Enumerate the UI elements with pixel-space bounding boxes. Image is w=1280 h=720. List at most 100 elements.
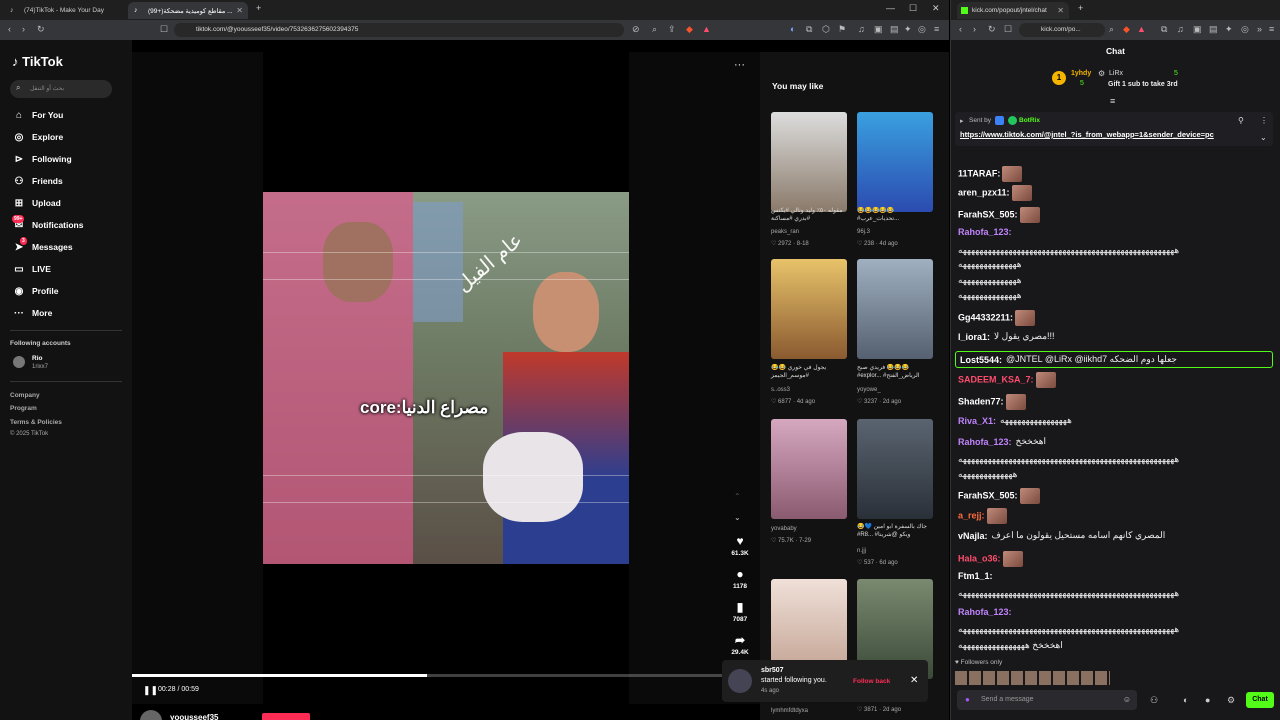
- rec-user[interactable]: n.jjj: [857, 548, 866, 554]
- nav-profile[interactable]: ◉ Profile: [12, 286, 59, 302]
- author-name[interactable]: yoousseef35: [170, 713, 218, 720]
- avatar[interactable]: [728, 669, 752, 693]
- reload-icon[interactable]: ↻: [988, 24, 996, 35]
- scroll-up-icon[interactable]: ⌃: [734, 492, 741, 501]
- maximize-button[interactable]: ☐: [909, 3, 917, 14]
- chat-username[interactable]: a_rejj:: [958, 510, 985, 520]
- nav-messages[interactable]: ➤ 3 Messages: [12, 237, 73, 258]
- chat-message[interactable]: l_iora1: مصري يقول لا!!!: [958, 331, 1055, 342]
- chat-message[interactable]: Lost5544: @JNTEL @LiRx @iikhd7 جعلها دوم …: [955, 351, 1273, 368]
- follow-back-button[interactable]: Follow back: [853, 678, 890, 685]
- brave-shield-icon[interactable]: ◆: [686, 24, 693, 34]
- zoom-icon[interactable]: ⌕: [1109, 24, 1114, 35]
- close-window-button[interactable]: ✕: [932, 3, 940, 14]
- follow-button[interactable]: [262, 713, 310, 720]
- footer-link-terms[interactable]: Terms & Policies: [10, 419, 62, 426]
- more-tools-icon[interactable]: »: [1257, 24, 1262, 34]
- nav-explore[interactable]: ◎ Explore: [12, 132, 64, 148]
- chat-message[interactable]: Shaden77:: [958, 394, 1026, 410]
- nav-live[interactable]: ▭ LIVE: [12, 264, 51, 280]
- chat-message[interactable]: Rahofa_123:: [958, 227, 1012, 237]
- rec-user[interactable]: peaks_ran: [771, 229, 799, 235]
- pinned-sender[interactable]: BotRix: [1019, 117, 1040, 124]
- rec-caption[interactable]: مقوله ٥٠٪ وليد وتالي #يكتس #بدري #مساكنة: [771, 207, 849, 223]
- rec-thumbnail[interactable]: [857, 112, 933, 212]
- chat-message[interactable]: Gg44332211:: [958, 310, 1036, 326]
- tab-tiktok-home[interactable]: ♪ (74)TikTok - Make Your Day: [4, 2, 124, 19]
- footer-link-program[interactable]: Program: [10, 405, 37, 412]
- minimize-button[interactable]: —: [886, 3, 895, 13]
- footer-link-company[interactable]: Company: [10, 392, 40, 399]
- send-chat-button[interactable]: Chat: [1246, 692, 1274, 708]
- music-icon[interactable]: ♫: [858, 24, 865, 34]
- bookmark-button[interactable]: ▮ 7087: [727, 600, 753, 623]
- chat-message[interactable]: Hala_o36:: [958, 551, 1023, 567]
- chat-message[interactable]: هههههههههههههه: [958, 469, 1017, 480]
- nav-friends[interactable]: ⚇ Friends: [12, 176, 63, 192]
- rec-thumbnail[interactable]: [857, 419, 933, 519]
- scroll-down-icon[interactable]: ⌄: [734, 513, 741, 522]
- chat-message[interactable]: FarahSX_505:: [958, 488, 1040, 504]
- puzzle-icon[interactable]: ✦: [904, 24, 912, 34]
- chat-message[interactable]: ههههههههههههههه: [958, 259, 1022, 270]
- chat-username[interactable]: l_iora1:: [958, 332, 990, 342]
- chat-username[interactable]: Shaden77:: [958, 396, 1004, 406]
- chat-message[interactable]: Rahofa_123:: [958, 607, 1012, 617]
- wallet-icon[interactable]: ▤: [890, 24, 899, 34]
- brave-rewards-icon[interactable]: ▲: [1137, 24, 1146, 34]
- chat-message[interactable]: vNajla: المصري كانهم اسامه مستحيل يقولون …: [958, 530, 1165, 541]
- menu-icon[interactable]: ≡: [934, 24, 939, 34]
- extension-icon-2[interactable]: ⧉: [806, 24, 812, 34]
- chat-username[interactable]: Rahofa_123:: [958, 437, 1012, 447]
- address-bar[interactable]: kick.com/po...: [1019, 23, 1105, 37]
- chat-message[interactable]: SADEEM_KSA_7:: [958, 372, 1056, 388]
- tab-tiktok-video[interactable]: ♪ (99+)مقاطع كوميدية مضحكة ... ✕: [128, 2, 248, 19]
- chat-message[interactable]: 11TARAF:: [958, 166, 1023, 182]
- vpn-icon[interactable]: ◎: [918, 24, 926, 34]
- nav-notifications[interactable]: ✉ 99+ Notifications: [12, 215, 83, 236]
- close-icon[interactable]: ✕: [910, 675, 918, 686]
- extension-icon-4[interactable]: ⚑: [838, 24, 846, 34]
- chat-username[interactable]: Lost5544:: [960, 355, 1002, 365]
- chat-username[interactable]: Riva_X1:: [958, 416, 996, 426]
- chat-message[interactable]: هههههههههههههههههههههههههههههههههههههههه…: [958, 588, 1179, 599]
- timer-icon[interactable]: ◐: [1183, 695, 1188, 705]
- rec-thumbnail[interactable]: [857, 259, 933, 359]
- nav-upload[interactable]: ⊞ Upload: [12, 198, 61, 214]
- emoji-icon[interactable]: ☺: [1123, 695, 1131, 704]
- chat-message[interactable]: FarahSX_505:: [958, 207, 1040, 223]
- chat-username[interactable]: FarahSX_505:: [958, 490, 1018, 500]
- chat-message[interactable]: هههههههههههههههههههههههههههههههههههههههه…: [958, 245, 1179, 256]
- chat-username[interactable]: Gg44332211:: [958, 312, 1013, 322]
- chat-username[interactable]: aren_pzx11:: [958, 187, 1010, 197]
- author-avatar[interactable]: [140, 710, 162, 720]
- avatar[interactable]: [13, 356, 25, 368]
- rec-user[interactable]: yovababy: [771, 526, 797, 532]
- microphone-icon[interactable]: ●: [965, 695, 970, 704]
- nav-more[interactable]: ··· More: [12, 308, 52, 324]
- cast-icon[interactable]: ⊘: [632, 24, 640, 34]
- rec-thumbnail[interactable]: [771, 112, 847, 212]
- tab-kick-chat[interactable]: kick.com/popout/jntel/chat ✕: [957, 2, 1069, 19]
- rec-user[interactable]: s..oss3: [771, 387, 790, 393]
- extension-icon[interactable]: ⧉: [1161, 24, 1167, 35]
- puzzle-icon[interactable]: ✦: [1225, 24, 1233, 35]
- pause-icon[interactable]: ❚❚: [143, 685, 158, 696]
- chat-username[interactable]: FarahSX_505:: [958, 209, 1018, 219]
- rec-user[interactable]: yoyowe_: [857, 387, 881, 393]
- close-tab-icon[interactable]: ✕: [1057, 6, 1064, 15]
- search-input[interactable]: ⌕ بحث أو التنقل: [10, 80, 112, 98]
- rec-caption[interactable]: 😂💙 جاك بالسفرة ابو امين #R8... #ويكو @شر…: [857, 523, 935, 539]
- emote-row[interactable]: [955, 671, 1110, 685]
- rec-user[interactable]: 96j.3: [857, 229, 870, 235]
- close-tab-icon[interactable]: ✕: [236, 6, 243, 15]
- pin-icon[interactable]: ⚲: [1238, 116, 1244, 125]
- sidebar-toggle-icon[interactable]: ▣: [1193, 24, 1202, 35]
- chat-username[interactable]: SADEEM_KSA_7:: [958, 374, 1034, 384]
- nav-for-you[interactable]: ⌂ For You: [12, 110, 63, 126]
- chevron-down-icon[interactable]: ⌄: [1260, 133, 1267, 142]
- new-tab-icon[interactable]: +: [256, 3, 261, 13]
- chat-username[interactable]: Hala_o36:: [958, 553, 1001, 563]
- vpn-icon[interactable]: ◎: [1241, 24, 1249, 35]
- sidebar-toggle-icon[interactable]: ▣: [874, 24, 883, 34]
